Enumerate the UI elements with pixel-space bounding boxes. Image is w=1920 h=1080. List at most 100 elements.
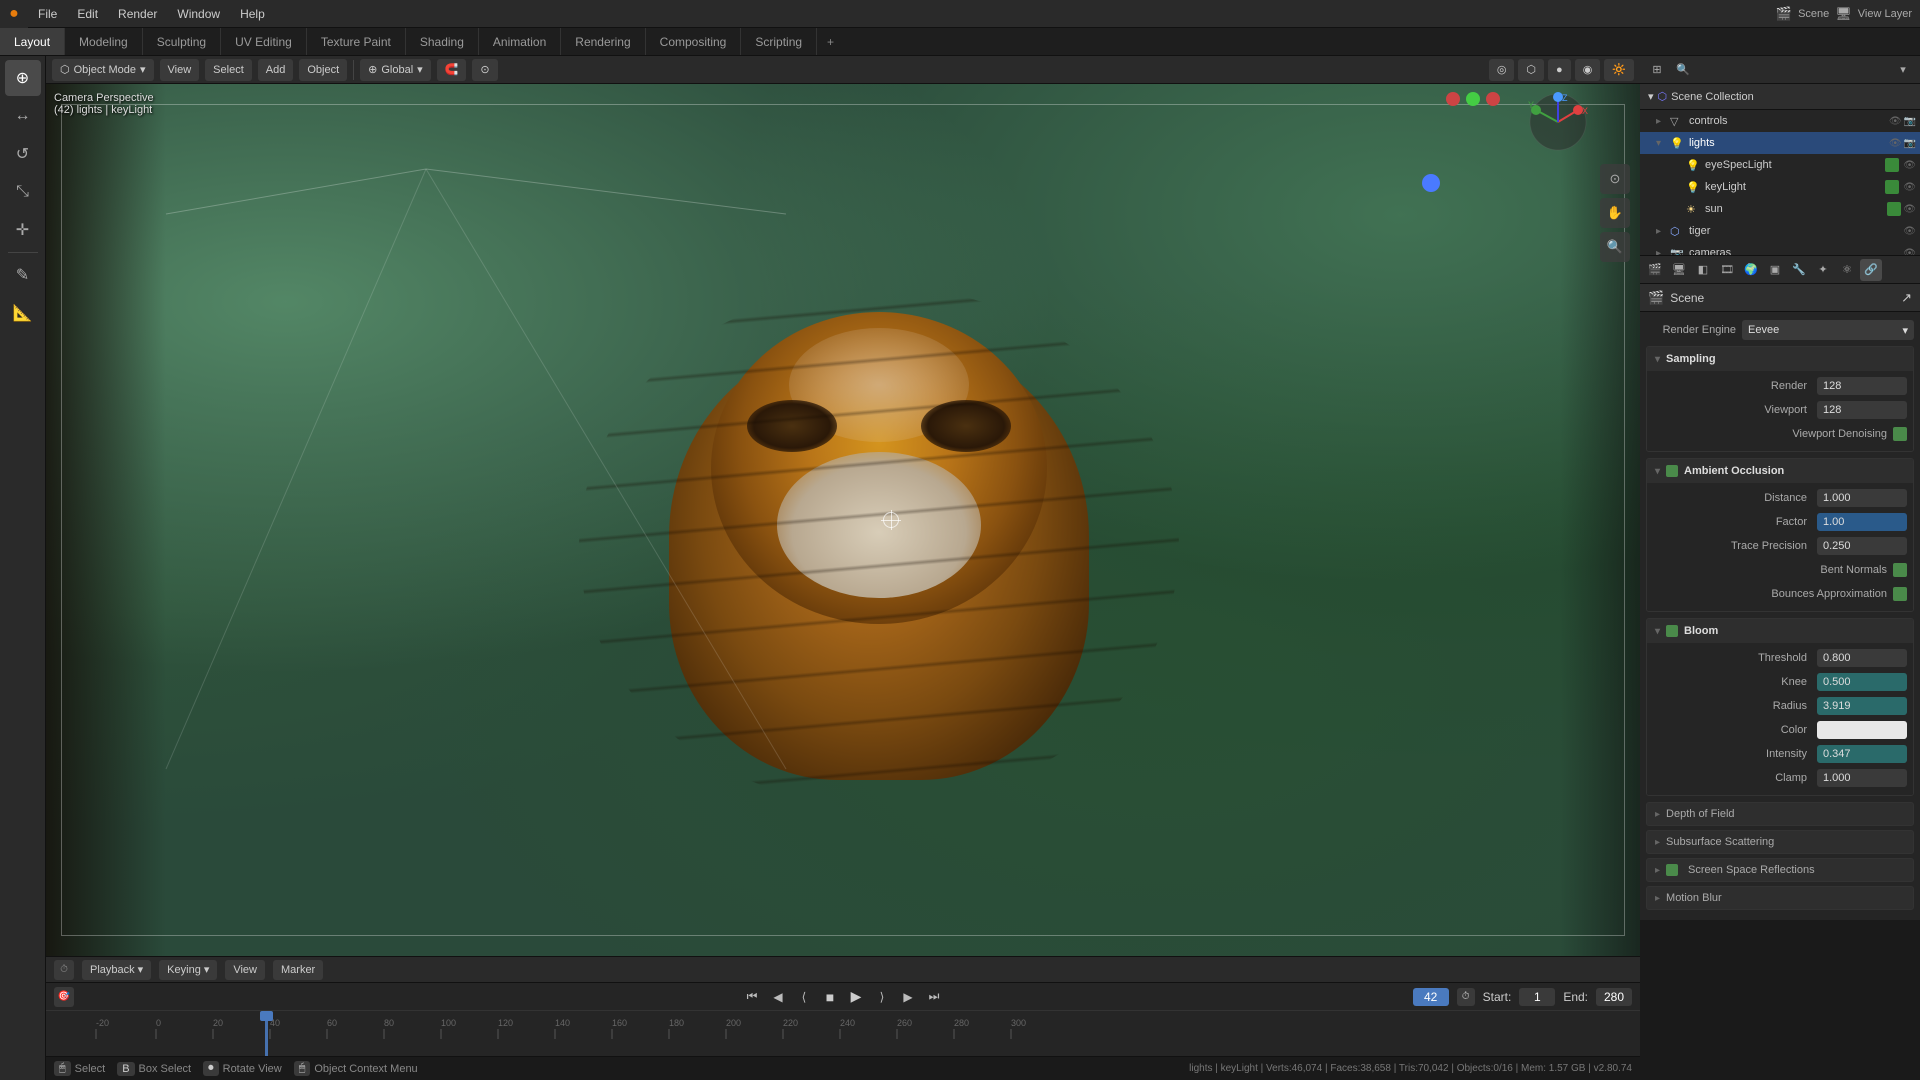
bloom-threshold-value[interactable]: 0.800 bbox=[1817, 649, 1907, 667]
bloom-color-value[interactable] bbox=[1817, 721, 1907, 739]
ao-factor-value[interactable]: 1.00 bbox=[1817, 513, 1907, 531]
marker-btn[interactable]: Marker bbox=[273, 960, 323, 980]
sss-section[interactable]: ▸ Subsurface Scattering bbox=[1646, 830, 1914, 854]
controls-eye[interactable]: 👁 bbox=[1889, 116, 1902, 127]
bounces-approx-checkbox[interactable] bbox=[1893, 587, 1907, 601]
lights-eye[interactable]: 👁 bbox=[1889, 138, 1902, 149]
axis-gizmo[interactable]: X Y Z bbox=[1528, 92, 1588, 152]
prop-tab-scene[interactable]: 🎞 bbox=[1716, 259, 1738, 281]
add-workspace-btn[interactable]: + bbox=[817, 35, 844, 49]
bloom-intensity-value[interactable]: 0.347 bbox=[1817, 745, 1907, 763]
viewport-denoising-checkbox[interactable] bbox=[1893, 427, 1907, 441]
prev-keyframe-btn[interactable]: ◀ bbox=[767, 986, 789, 1008]
tab-rendering[interactable]: Rendering bbox=[561, 28, 645, 55]
orbit-btn[interactable]: ⊙ bbox=[1600, 164, 1630, 194]
motion-blur-section[interactable]: ▸ Motion Blur bbox=[1646, 886, 1914, 910]
tiger-eye[interactable]: 👁 bbox=[1903, 226, 1916, 237]
eyespec-eye[interactable]: 👁 bbox=[1903, 160, 1916, 171]
viewport-value[interactable]: 128 bbox=[1817, 401, 1907, 419]
prop-tab-constraints[interactable]: 🔗 bbox=[1860, 259, 1882, 281]
pan-btn[interactable]: ✋ bbox=[1600, 198, 1630, 228]
ao-distance-value[interactable]: 1.000 bbox=[1817, 489, 1907, 507]
transform-tool-btn[interactable]: ✛ bbox=[5, 212, 41, 248]
lights-cam[interactable]: 📷 bbox=[1904, 138, 1916, 149]
timeline-ruler[interactable]: -20 0 20 40 60 80 100 bbox=[46, 1011, 1640, 1056]
ao-enabled-checkbox[interactable] bbox=[1666, 465, 1678, 477]
object-btn[interactable]: Object bbox=[299, 59, 347, 81]
tab-uv-editing[interactable]: UV Editing bbox=[221, 28, 307, 55]
prop-tab-world[interactable]: 🌍 bbox=[1740, 259, 1762, 281]
shading-solid-btn[interactable]: ● bbox=[1548, 59, 1571, 81]
outliner-item-controls[interactable]: ▸ ▽ controls 👁 📷 bbox=[1640, 110, 1920, 132]
move-tool-btn[interactable]: ↔ bbox=[5, 98, 41, 134]
render-value[interactable]: 128 bbox=[1817, 377, 1907, 395]
outliner-item-keylight[interactable]: 💡 keyLight 👁 bbox=[1640, 176, 1920, 198]
outliner-item-sun[interactable]: ☀ sun 👁 bbox=[1640, 198, 1920, 220]
controls-cam[interactable]: 📷 bbox=[1904, 116, 1916, 127]
shading-wireframe-btn[interactable]: ⬡ bbox=[1518, 59, 1544, 81]
shading-rendered-btn[interactable]: 🔆 bbox=[1604, 59, 1634, 81]
prop-tab-view-layer[interactable]: ◧ bbox=[1692, 259, 1714, 281]
timeline-view-btn[interactable]: View bbox=[225, 960, 265, 980]
view-btn[interactable]: View bbox=[160, 59, 200, 81]
ssr-enabled-checkbox[interactable] bbox=[1666, 864, 1678, 876]
keying-btn[interactable]: Keying ▾ bbox=[159, 960, 217, 980]
viewport-canvas[interactable]: Camera Perspective (42) lights | keyLigh… bbox=[46, 84, 1640, 956]
tab-modeling[interactable]: Modeling bbox=[65, 28, 143, 55]
bloom-clamp-value[interactable]: 1.000 bbox=[1817, 769, 1907, 787]
menu-window[interactable]: Window bbox=[167, 0, 230, 27]
transform-btn[interactable]: ⊕ Global ▾ bbox=[360, 59, 431, 81]
tab-texture-paint[interactable]: Texture Paint bbox=[307, 28, 406, 55]
tab-scripting[interactable]: Scripting bbox=[741, 28, 817, 55]
next-keyframe-btn[interactable]: ▶ bbox=[897, 986, 919, 1008]
prop-tab-particles[interactable]: ✦ bbox=[1812, 259, 1834, 281]
overlay-btn[interactable]: ◎ bbox=[1489, 59, 1515, 81]
tab-compositing[interactable]: Compositing bbox=[646, 28, 742, 55]
skip-end-btn[interactable]: ⏭ bbox=[923, 986, 945, 1008]
step-forward-btn[interactable]: ⟩ bbox=[871, 986, 893, 1008]
measure-tool-btn[interactable]: 📐 bbox=[5, 295, 41, 331]
step-back-btn[interactable]: ⟨ bbox=[793, 986, 815, 1008]
ao-trace-value[interactable]: 0.250 bbox=[1817, 537, 1907, 555]
tab-shading[interactable]: Shading bbox=[406, 28, 479, 55]
blender-logo[interactable]: ● bbox=[0, 0, 28, 28]
dof-section[interactable]: ▸ Depth of Field bbox=[1646, 802, 1914, 826]
proportional-btn[interactable]: ⊙ bbox=[472, 59, 497, 81]
prop-tab-render[interactable]: 🎬 bbox=[1644, 259, 1666, 281]
prop-tab-modifier[interactable]: 🔧 bbox=[1788, 259, 1810, 281]
outliner-mode-btn[interactable]: ⊞ bbox=[1646, 59, 1668, 81]
ao-header[interactable]: ▾ Ambient Occlusion bbox=[1647, 459, 1913, 483]
bloom-knee-value[interactable]: 0.500 bbox=[1817, 673, 1907, 691]
prop-tab-physics[interactable]: ⚛ bbox=[1836, 259, 1858, 281]
prop-tab-output[interactable]: 🖥 bbox=[1668, 259, 1690, 281]
tab-layout[interactable]: Layout bbox=[0, 28, 65, 55]
menu-render[interactable]: Render bbox=[108, 0, 167, 27]
close-dot[interactable] bbox=[1486, 92, 1500, 106]
skip-start-btn[interactable]: ⏮ bbox=[741, 986, 763, 1008]
outliner-item-cameras[interactable]: ▸ 📷 cameras 👁 bbox=[1640, 242, 1920, 255]
use-frame-btn[interactable]: 🎯 bbox=[54, 987, 74, 1007]
menu-edit[interactable]: Edit bbox=[67, 0, 108, 27]
menu-file[interactable]: File bbox=[28, 0, 67, 27]
prop-tab-object[interactable]: ▣ bbox=[1764, 259, 1786, 281]
object-mode-btn[interactable]: ⬡ Object Mode ▾ bbox=[52, 59, 154, 81]
outliner-filter-btn[interactable]: ▾ bbox=[1892, 59, 1914, 81]
cameras-eye[interactable]: 👁 bbox=[1903, 248, 1916, 256]
add-btn[interactable]: Add bbox=[258, 59, 294, 81]
lights-expand[interactable]: ▾ bbox=[1656, 138, 1670, 149]
menu-help[interactable]: Help bbox=[230, 0, 275, 27]
start-frame-display[interactable]: 1 bbox=[1519, 988, 1555, 1006]
sun-eye[interactable]: 👁 bbox=[1903, 204, 1916, 215]
cursor-tool-btn[interactable]: ⊕ bbox=[5, 60, 41, 96]
outliner-item-lights[interactable]: ▾ 💡 lights 👁 📷 bbox=[1640, 132, 1920, 154]
snap-btn[interactable]: 🧲 bbox=[437, 59, 467, 81]
ssr-section[interactable]: ▸ Screen Space Reflections bbox=[1646, 858, 1914, 882]
current-frame-display[interactable]: 42 bbox=[1413, 988, 1449, 1006]
outliner-search-btn[interactable]: 🔍 bbox=[1672, 59, 1694, 81]
outliner-item-eyespeclight[interactable]: 💡 eyeSpecLight 👁 bbox=[1640, 154, 1920, 176]
end-frame-display[interactable]: 280 bbox=[1596, 988, 1632, 1006]
shading-material-btn[interactable]: ◉ bbox=[1575, 59, 1601, 81]
zoom-btn[interactable]: 🔍 bbox=[1600, 232, 1630, 262]
rotate-tool-btn[interactable]: ↺ bbox=[5, 136, 41, 172]
keylight-eye[interactable]: 👁 bbox=[1903, 182, 1916, 193]
